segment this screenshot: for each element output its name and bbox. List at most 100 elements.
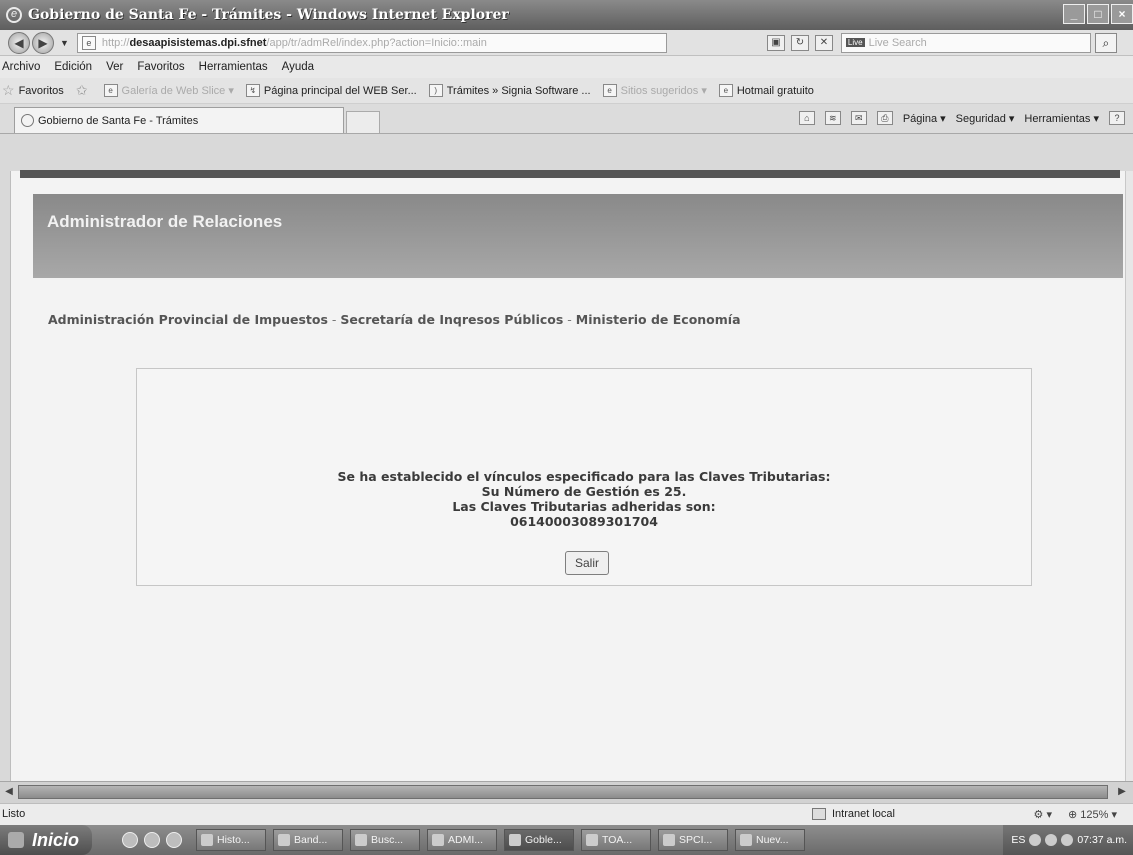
menu-favoritos[interactable]: Favoritos — [137, 61, 184, 73]
taskbar-item-busc[interactable]: Busc... — [350, 829, 420, 851]
language-indicator[interactable]: ES — [1011, 834, 1025, 846]
quick-launch-app-icon[interactable] — [144, 832, 160, 848]
help-icon[interactable]: ? — [1109, 111, 1125, 125]
salir-button[interactable]: Salir — [565, 551, 609, 575]
taskbar-item-histo[interactable]: Histo... — [196, 829, 266, 851]
page-icon: e — [81, 35, 96, 50]
zoom-value: 125% — [1080, 809, 1109, 821]
taskbar-item-admi[interactable]: ADMI... — [427, 829, 497, 851]
seguridad-menu[interactable]: Seguridad ▾ — [956, 112, 1015, 125]
page-header-strip — [20, 170, 1120, 178]
menu-edicion[interactable]: Edición — [54, 61, 92, 73]
address-bar: ◀ ▶ ▼ e http:// desaapisistemas.dpi.sfne… — [0, 30, 1133, 56]
ie-icon — [509, 834, 521, 846]
link-icon: ↯ — [245, 84, 260, 97]
url-host: desaapisistemas.dpi.sfnet — [129, 36, 267, 49]
ie-logo-icon: e — [6, 7, 22, 23]
url-prefix: http:// — [101, 36, 130, 49]
fav-item-hotmail[interactable]: e Hotmail gratuito — [718, 84, 814, 97]
quick-launch-app-icon[interactable] — [166, 832, 182, 848]
taskbar-item-spci[interactable]: SPCI... — [658, 829, 728, 851]
page-icon: e — [602, 84, 617, 97]
task-label: Band... — [294, 834, 328, 846]
fav-item-sitios-sugeridos[interactable]: e Sitios sugeridos ▾ — [602, 84, 707, 97]
history-dropdown-icon[interactable]: ▼ — [60, 38, 69, 48]
tray-icon[interactable] — [1061, 834, 1074, 846]
minimize-button[interactable]: _ — [1063, 4, 1085, 24]
menu-archivo[interactable]: Archivo — [2, 61, 40, 73]
maximize-button[interactable]: □ — [1087, 4, 1109, 24]
pagina-menu[interactable]: Página ▾ — [903, 112, 946, 125]
status-bar: Listo Intranet local ⚙ ▾ ⊕ 125% ▾ — [0, 803, 1133, 825]
home-icon[interactable]: ⌂ — [798, 111, 815, 125]
favorites-button[interactable]: ☆ Favoritos — [2, 82, 64, 99]
security-zone[interactable]: Intranet local — [812, 808, 895, 820]
print-icon[interactable]: ⎙ — [876, 111, 893, 125]
app-icon — [740, 834, 752, 846]
search-input[interactable]: Live Live Search — [840, 32, 1091, 53]
start-button[interactable]: Inicio — [0, 825, 92, 855]
feeds-icon[interactable]: ≋ — [824, 111, 841, 125]
add-favorite-button[interactable]: ✩ — [76, 82, 92, 99]
window-titlebar: e Gobierno de Santa Fe - Trámites - Wind… — [0, 0, 1133, 30]
task-label: SPCI... — [679, 834, 713, 846]
protected-mode-icon[interactable]: ⚙ ▾ — [1034, 808, 1052, 821]
fav-item-label: Sitios sugeridos ▾ — [620, 85, 707, 97]
intranet-icon — [812, 808, 826, 820]
taskbar-item-nuev[interactable]: Nuev... — [735, 829, 805, 851]
message-line-claves-label: Las Claves Tributarias adheridas son: — [452, 499, 716, 514]
menu-herramientas[interactable]: Herramientas — [199, 61, 268, 73]
scroll-left-icon[interactable]: ◀ — [2, 785, 16, 799]
refresh-icon[interactable]: ↻ — [790, 34, 809, 51]
favorites-bar: ☆ Favoritos ✩ e Galería de Web Slice ▾ ↯… — [0, 78, 1133, 104]
compat-view-icon[interactable]: ▣ — [766, 34, 785, 51]
vertical-scrollbar[interactable] — [1125, 171, 1133, 781]
result-message: Se ha establecido el vínculos especifica… — [137, 469, 1031, 529]
favorites-label: Favoritos — [18, 84, 64, 97]
zoom-level[interactable]: ⊕ 125% ▾ — [1068, 808, 1117, 821]
quick-launch — [122, 832, 182, 848]
windows-flag-icon — [8, 832, 24, 848]
taskbar-item-band[interactable]: Band... — [273, 829, 343, 851]
page-title: Administrador de Relaciones — [47, 212, 283, 231]
tab-gobierno-santa-fe[interactable]: Gobierno de Santa Fe - Trámites — [14, 107, 344, 133]
horizontal-scrollbar[interactable]: ◀ ▶ — [0, 781, 1133, 803]
taskbar-item-toa[interactable]: TOA... — [581, 829, 651, 851]
subtitle-part-secretaria: Secretaría de Inqresos Públicos — [340, 312, 564, 327]
command-bar: ⌂ ≋ ✉ ⎙ Página ▾ Seguridad ▾ Herramienta… — [798, 111, 1125, 125]
tab-bar: Gobierno de Santa Fe - Trámites ⌂ ≋ ✉ ⎙ … — [0, 104, 1133, 134]
menu-ayuda[interactable]: Ayuda — [282, 61, 314, 73]
search-icon[interactable]: ⌕ — [1094, 32, 1117, 53]
app-icon — [432, 834, 444, 846]
new-tab-button[interactable] — [346, 111, 380, 133]
scroll-right-icon[interactable]: ▶ — [1115, 785, 1129, 799]
fav-item-web-slice[interactable]: e Galería de Web Slice ▾ — [103, 84, 234, 97]
back-button[interactable]: ◀ — [8, 31, 30, 54]
herramientas-menu[interactable]: Herramientas ▾ — [1024, 112, 1099, 125]
task-label: Goble... — [525, 834, 562, 846]
fav-item-pagina-principal[interactable]: ↯ Página principal del WEB Ser... — [245, 84, 417, 97]
stop-icon[interactable]: ✕ — [814, 34, 833, 51]
menu-bar: Archivo Edición Ver Favoritos Herramient… — [0, 56, 1133, 78]
mail-icon[interactable]: ✉ — [850, 111, 867, 125]
app-icon — [278, 834, 290, 846]
menu-ver[interactable]: Ver — [106, 61, 123, 73]
fav-item-tramites-signia[interactable]: ) Trámites » Signia Software ... — [428, 84, 591, 97]
fav-item-label: Página principal del WEB Ser... — [263, 84, 417, 97]
close-button[interactable]: × — [1111, 4, 1133, 24]
window-controls: _ □ × — [1063, 4, 1133, 24]
task-label: ADMI... — [448, 834, 484, 846]
window-title: Gobierno de Santa Fe - Trámites - Window… — [28, 7, 509, 23]
forward-button[interactable]: ▶ — [32, 31, 54, 54]
taskbar-item-goble[interactable]: Goble... — [504, 829, 574, 851]
page-subtitle: Administración Provincial de Impuestos -… — [48, 312, 741, 327]
url-field[interactable]: e http:// desaapisistemas.dpi.sfnet /app… — [76, 32, 667, 53]
add-favorite-icon: ✩ — [75, 82, 88, 98]
tray-icon[interactable] — [1045, 834, 1058, 846]
fav-item-label: Hotmail gratuito — [736, 84, 814, 97]
scroll-thumb[interactable] — [18, 785, 1108, 799]
quick-launch-ie-icon[interactable] — [122, 832, 138, 848]
tray-icon[interactable] — [1029, 834, 1042, 846]
app-icon — [586, 834, 598, 846]
page-icon: e — [103, 84, 118, 97]
